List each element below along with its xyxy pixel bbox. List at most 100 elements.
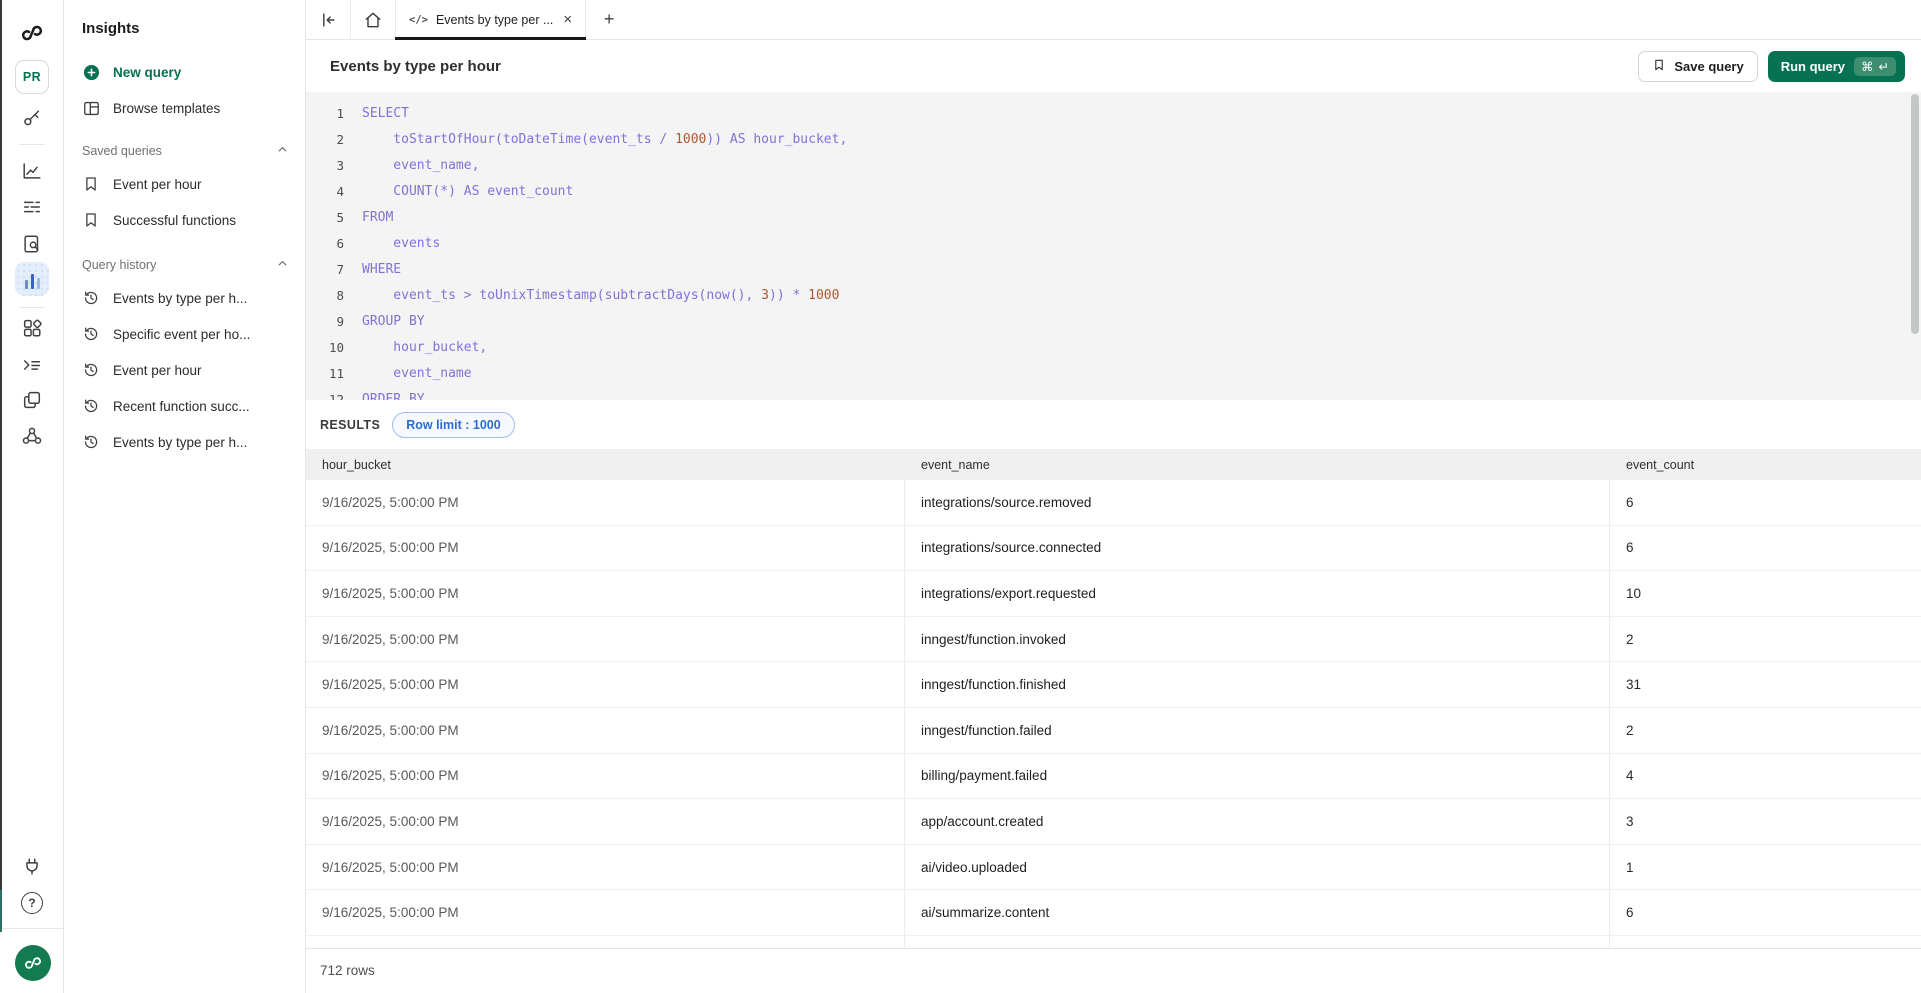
row-limit-pill[interactable]: Row limit : 1000 — [392, 412, 514, 438]
tab-events-by-type[interactable]: </> Events by type per ... × — [395, 0, 586, 39]
code-line: 12ORDER BY — [306, 387, 1921, 400]
insights-nav-active[interactable] — [15, 262, 49, 296]
dev-server-plug-icon[interactable] — [21, 856, 43, 878]
sql-editor[interactable]: 1SELECT2 toStartOfHour(toDateTime(event_… — [306, 92, 1921, 400]
code-line: 1SELECT — [306, 101, 1921, 127]
table-row: 9/16/2025, 5:00:00 PMintegrations/source… — [306, 480, 1921, 526]
window-edge — [0, 0, 2, 890]
cmd-icon: ⌘ — [1861, 59, 1874, 74]
run-query-button[interactable]: Run query ⌘ ↵ — [1768, 51, 1905, 82]
key-icon[interactable] — [21, 107, 43, 129]
cell-event-count: 10 — [1610, 571, 1921, 616]
workspace-initials: PR — [23, 70, 41, 84]
saved-query-label: Successful functions — [113, 213, 236, 228]
table-row: 9/16/2025, 5:00:00 PMai/summarize.conten… — [306, 890, 1921, 936]
cell-event-count: 4 — [1610, 754, 1921, 799]
cell-hour-bucket: 9/16/2025, 5:00:00 PM — [306, 754, 905, 799]
bookmark-icon — [82, 211, 101, 230]
cell-event-name: ai/video.uploaded — [905, 845, 1610, 890]
inngest-logo[interactable] — [17, 18, 47, 48]
line-number: 2 — [306, 127, 344, 153]
shortcut-badge: ⌘ ↵ — [1854, 57, 1896, 76]
copy-windows-icon[interactable] — [21, 389, 43, 411]
history-label: Event per hour — [113, 363, 202, 378]
history-label: Events by type per h... — [113, 435, 247, 450]
history-item[interactable]: Specific event per ho... — [82, 316, 291, 352]
cell-event-name: billing/payment.failed — [905, 754, 1610, 799]
table-row: 9/16/2025, 5:00:00 PMai/video.uploaded1 — [306, 845, 1921, 891]
save-query-label: Save query — [1674, 59, 1743, 74]
collapse-sidebar-button[interactable] — [306, 0, 351, 39]
line-number: 11 — [306, 361, 344, 387]
new-query-button[interactable]: New query — [82, 54, 291, 90]
history-label: Recent function succ... — [113, 399, 250, 414]
help-icon[interactable]: ? — [21, 892, 43, 914]
results-label: RESULTS — [320, 418, 380, 432]
rail-divider — [19, 307, 45, 308]
query-title: Events by type per hour — [330, 58, 501, 75]
close-tab-icon[interactable]: × — [563, 11, 572, 28]
cell-event-count: 1 — [1610, 845, 1921, 890]
apps-grid-icon[interactable] — [21, 317, 43, 339]
cell-hour-bucket: 9/16/2025, 5:00:00 PM — [306, 799, 905, 844]
saved-query-item[interactable]: Event per hour — [82, 166, 291, 202]
event-logs-icon[interactable] — [21, 196, 43, 218]
tab-bar: </> Events by type per ... × + — [306, 0, 1921, 40]
home-tab-button[interactable] — [351, 0, 395, 39]
code-icon: </> — [409, 14, 428, 26]
row-count: 712 rows — [306, 948, 1921, 993]
webhook-icon[interactable] — [21, 425, 43, 447]
cell-event-count: 6 — [1610, 480, 1921, 525]
save-query-button[interactable]: Save query — [1638, 51, 1757, 82]
line-number: 10 — [306, 335, 344, 361]
column-header-event-name: event_name — [905, 458, 1610, 472]
line-number: 6 — [306, 231, 344, 257]
history-item[interactable]: Events by type per h... — [82, 424, 291, 460]
section-saved-queries[interactable]: Saved queries — [82, 136, 291, 166]
cell-hour-bucket: 9/16/2025, 5:00:00 PM — [306, 845, 905, 890]
browse-templates-button[interactable]: Browse templates — [82, 90, 291, 126]
cell-event-count: 31 — [1610, 662, 1921, 707]
doc-search-icon[interactable] — [21, 233, 43, 255]
history-item[interactable]: Events by type per h... — [82, 280, 291, 316]
table-row: 9/16/2025, 5:00:00 PMinngest/function.fa… — [306, 708, 1921, 754]
table-row: 9/16/2025, 5:00:00 PMbilling/payment.fai… — [306, 754, 1921, 800]
saved-query-label: Event per hour — [113, 177, 202, 192]
terminal-icon[interactable] — [21, 354, 43, 376]
section-query-history[interactable]: Query history — [82, 250, 291, 280]
history-item[interactable]: Event per hour — [82, 352, 291, 388]
rail-divider — [0, 928, 64, 929]
cell-event-name: integrations/export.requested — [905, 571, 1610, 616]
section-label: Query history — [82, 258, 156, 272]
run-query-label: Run query — [1781, 59, 1845, 74]
table-row: 9/16/2025, 5:00:00 PMinngest/function.in… — [306, 617, 1921, 663]
tab-label: Events by type per ... — [436, 13, 553, 27]
cell-event-count: 2 — [1610, 617, 1921, 662]
window-edge-accent — [0, 890, 2, 932]
cell-hour-bucket: 9/16/2025, 5:00:00 PM — [306, 662, 905, 707]
metrics-chart-icon[interactable] — [21, 160, 43, 182]
cell-event-name: inngest/function.invoked — [905, 617, 1610, 662]
templates-icon — [82, 99, 101, 118]
cell-hour-bucket: 9/16/2025, 5:00:00 PM — [306, 890, 905, 935]
table-row: 9/16/2025, 5:00:00 PMapp/account.created… — [306, 799, 1921, 845]
history-item[interactable]: Recent function succ... — [82, 388, 291, 424]
app-window: PR — [0, 0, 1921, 993]
new-tab-button[interactable]: + — [586, 0, 632, 39]
chevron-up-icon — [276, 143, 289, 159]
workspace-avatar[interactable]: PR — [15, 60, 49, 94]
cell-event-name: inngest/function.failed — [905, 708, 1610, 753]
line-number: 1 — [306, 101, 344, 127]
user-avatar[interactable] — [15, 945, 51, 981]
icon-rail: PR — [0, 0, 64, 993]
line-number: 9 — [306, 309, 344, 335]
saved-query-item[interactable]: Successful functions — [82, 202, 291, 238]
code-line: 8 event_ts > toUnixTimestamp(subtractDay… — [306, 283, 1921, 309]
line-number: 4 — [306, 179, 344, 205]
sidebar-title: Insights — [82, 18, 291, 40]
editor-scrollbar[interactable] — [1911, 94, 1919, 334]
code-lines: 1SELECT2 toStartOfHour(toDateTime(event_… — [306, 101, 1921, 400]
plus-circle-icon — [82, 63, 101, 82]
code-line: 2 toStartOfHour(toDateTime(event_ts / 10… — [306, 127, 1921, 153]
column-header-event-count: event_count — [1610, 458, 1921, 472]
